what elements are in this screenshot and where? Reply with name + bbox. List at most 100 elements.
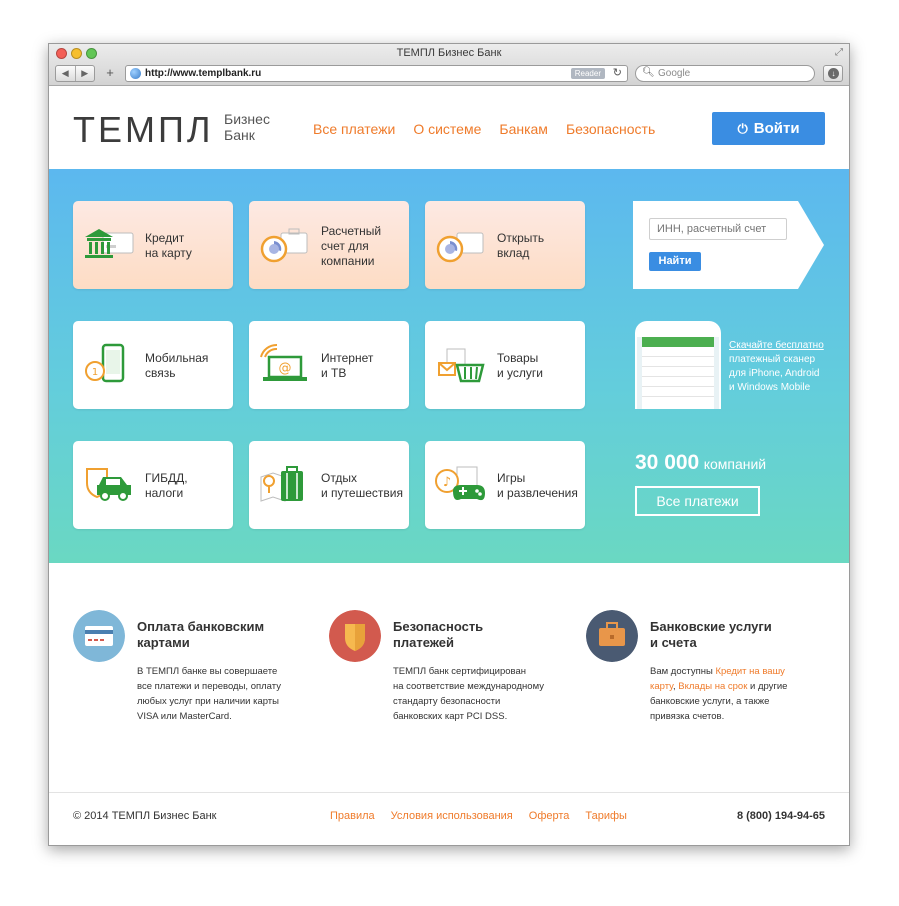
credit-to-card-link-cont[interactable]: карту	[650, 681, 673, 692]
feature-text-fragment: и другие	[747, 681, 788, 692]
footer-link-tariffs[interactable]: Тарифы	[585, 810, 627, 822]
tile-label-line: вклад	[497, 246, 530, 260]
address-bar[interactable]: http://www.templbank.ru Reader ↻	[125, 65, 628, 82]
feature-text-line: любых услуг при наличии карты	[137, 696, 279, 707]
find-button[interactable]: Найти	[649, 252, 701, 271]
power-icon: ⏻	[737, 120, 748, 136]
feature-text-line: Вам доступны Кредит на вашу	[650, 664, 820, 679]
site-footer: © 2014 ТЕМПЛ Бизнес Банк Правила Условия…	[49, 792, 849, 845]
feature-text-line: ТЕМПЛ банк сертифицирован	[393, 666, 526, 677]
tile-label: Мобильная связь	[145, 351, 229, 381]
site-header: ТЕМПЛ Бизнес Банк Все платежи О системе …	[49, 86, 849, 169]
feature-text-line: банковских карт PCI DSS.	[393, 711, 508, 722]
tile-label-line: счет для	[321, 239, 369, 253]
nav-all-payments[interactable]: Все платежи	[313, 121, 395, 137]
tile-label-line: и услуги	[497, 366, 543, 380]
briefcase-icon	[586, 610, 638, 662]
feature-text-line: VISA или MasterCard.	[137, 711, 232, 722]
phone-row	[642, 347, 714, 357]
nav-security[interactable]: Безопасность	[566, 121, 655, 137]
feature-text-line: на соответствие международному	[393, 681, 544, 692]
promo-line: и Windows Mobile	[729, 382, 811, 393]
laptop-wifi-icon: @	[260, 343, 307, 381]
tile-label-line: Товары	[497, 351, 539, 365]
credit-to-card-link[interactable]: Кредит на вашу	[715, 666, 785, 677]
tile-travel[interactable]: Отдых и путешествия	[249, 441, 409, 529]
feature-text: В ТЕМПЛ банке вы совершаете все платежи …	[137, 664, 307, 724]
browser-search-field[interactable]: 🔍︎ Google	[635, 65, 815, 82]
footer-link-offer[interactable]: Оферта	[529, 810, 570, 822]
search-icon: 🔍︎	[642, 67, 655, 78]
feature-title-line: картами	[137, 635, 190, 650]
tile-open-deposit[interactable]: Открыть вклад	[425, 201, 585, 289]
tile-mobile[interactable]: 1 Мобильная связь	[73, 321, 233, 409]
count-number: 30 000	[635, 451, 700, 474]
tile-traffic-taxes[interactable]: ГИБДД, налоги	[73, 441, 233, 529]
promo-line: платежный сканер	[729, 354, 816, 365]
tile-label: Интернет и ТВ	[321, 351, 405, 381]
tile-goods-services[interactable]: Товары и услуги	[425, 321, 585, 409]
add-bookmark-button[interactable]: +	[101, 65, 119, 82]
account-search-card: Найти	[633, 201, 798, 289]
deposits-link[interactable]: Вклады на срок	[678, 681, 747, 692]
tile-label-line: на карту	[145, 246, 192, 260]
tile-games[interactable]: ♪ Игры и развлечения	[425, 441, 585, 529]
tile-settlement-account[interactable]: Расчетный счет для компании	[249, 201, 409, 289]
tile-label-line: Отдых	[321, 471, 358, 485]
svg-text:1: 1	[92, 367, 98, 378]
tile-label-line: и ТВ	[321, 366, 347, 380]
count-word: компаний	[703, 456, 767, 472]
suitcase-map-icon	[260, 466, 303, 502]
feature-text-fragment: Вам доступны	[650, 666, 716, 677]
phone-row	[642, 357, 714, 367]
back-forward-buttons: ◀ ▶	[55, 65, 95, 82]
logo-sub-line1: Бизнес	[224, 111, 270, 127]
shield-icon	[329, 610, 381, 662]
inn-search-input[interactable]	[649, 218, 787, 240]
feature-title-line: платежей	[393, 635, 455, 650]
phone-row	[642, 367, 714, 377]
tile-label: Кредит на карту	[145, 231, 229, 261]
reader-button[interactable]: Reader	[570, 68, 605, 79]
feature-title-line: Оплата банковским	[137, 619, 265, 634]
browser-window: ТЕМПЛ Бизнес Банк ⤢ ◀ ▶ + http://www.tem…	[48, 43, 850, 846]
footer-link-rules[interactable]: Правила	[330, 810, 375, 822]
tile-label-line: налоги	[145, 486, 184, 500]
car-shield-icon	[86, 468, 131, 501]
footer-link-terms[interactable]: Условия использования	[391, 810, 513, 822]
main-nav: Все платежи О системе Банкам Безопасност…	[313, 121, 673, 137]
nav-banks[interactable]: Банкам	[499, 121, 548, 137]
tile-label-line: компании	[321, 254, 375, 268]
feature-title: Оплата банковским картами	[137, 619, 317, 651]
feature-title: Безопасность платежей	[393, 619, 573, 651]
logo-main[interactable]: ТЕМПЛ	[73, 109, 214, 151]
mobile-phone-icon: 1	[85, 343, 125, 383]
feature-title-line: и счета	[650, 635, 697, 650]
phone-row	[642, 377, 714, 387]
tile-label-line: Интернет	[321, 351, 374, 365]
nav-about[interactable]: О системе	[413, 121, 481, 137]
tile-internet-tv[interactable]: @ Интернет и ТВ	[249, 321, 409, 409]
tile-credit-to-card[interactable]: Кредит на карту	[73, 201, 233, 289]
feature-text: ТЕМПЛ банк сертифицирован на соответстви…	[393, 664, 563, 724]
phone-number: 8 (800) 194-94-65	[736, 810, 825, 822]
feature-text-line: все платежи и переводы, оплату	[137, 681, 281, 692]
feature-text-line: банковские услуги, а также	[650, 696, 770, 707]
back-button[interactable]: ◀	[56, 66, 76, 81]
window-title: ТЕМПЛ Бизнес Банк	[396, 47, 502, 59]
login-button[interactable]: ⏻ Войти	[712, 112, 825, 145]
companies-count: 30 000 компаний	[635, 451, 766, 475]
fullscreen-icon[interactable]: ⤢	[835, 47, 843, 58]
all-payments-button[interactable]: Все платежи	[635, 486, 760, 516]
tile-label: Игры и развлечения	[497, 471, 581, 501]
login-label: Войти	[753, 120, 800, 137]
download-app-link[interactable]: Скачайте бесплатно	[729, 339, 839, 353]
logo-sub: Бизнес Банк	[224, 111, 294, 143]
tile-label: ГИБДД, налоги	[145, 471, 229, 501]
shopping-basket-icon	[438, 348, 485, 383]
tile-label: Отдых и путешествия	[321, 471, 405, 501]
forward-button[interactable]: ▶	[76, 66, 95, 81]
reload-icon[interactable]: ↻	[613, 66, 622, 79]
downloads-button[interactable]: ↓	[823, 65, 843, 82]
phone-app-bar	[642, 337, 714, 347]
